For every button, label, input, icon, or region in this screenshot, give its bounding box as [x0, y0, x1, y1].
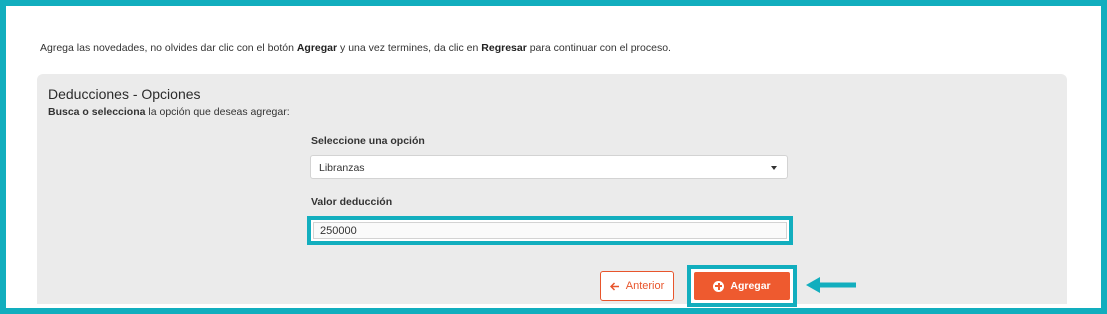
select-value: Libranzas	[319, 162, 365, 174]
anterior-button[interactable]: Anterior	[600, 271, 674, 301]
deductions-panel: Deducciones - Opciones Busca o seleccion…	[37, 74, 1067, 307]
select-label: Seleccione una opción	[311, 135, 425, 147]
add-button-highlight: Agregar	[687, 265, 797, 307]
panel-subtitle: Busca o selecciona la opción que deseas …	[48, 106, 290, 118]
option-select[interactable]: Libranzas	[310, 155, 788, 179]
deduction-value-input[interactable]	[313, 222, 787, 239]
panel-title: Deducciones - Opciones	[48, 86, 201, 102]
arrow-left-icon	[609, 281, 619, 291]
value-label: Valor deducción	[311, 196, 393, 208]
anterior-label: Anterior	[625, 280, 665, 292]
agregar-label: Agregar	[730, 280, 771, 292]
value-input-highlight	[307, 216, 793, 245]
instructions-text: Agrega las novedades, no olvides dar cli…	[40, 42, 671, 54]
agregar-button[interactable]: Agregar	[694, 272, 790, 300]
caret-down-icon	[771, 166, 777, 170]
pointer-arrow-icon	[806, 277, 856, 293]
plus-circle-icon	[713, 280, 725, 292]
